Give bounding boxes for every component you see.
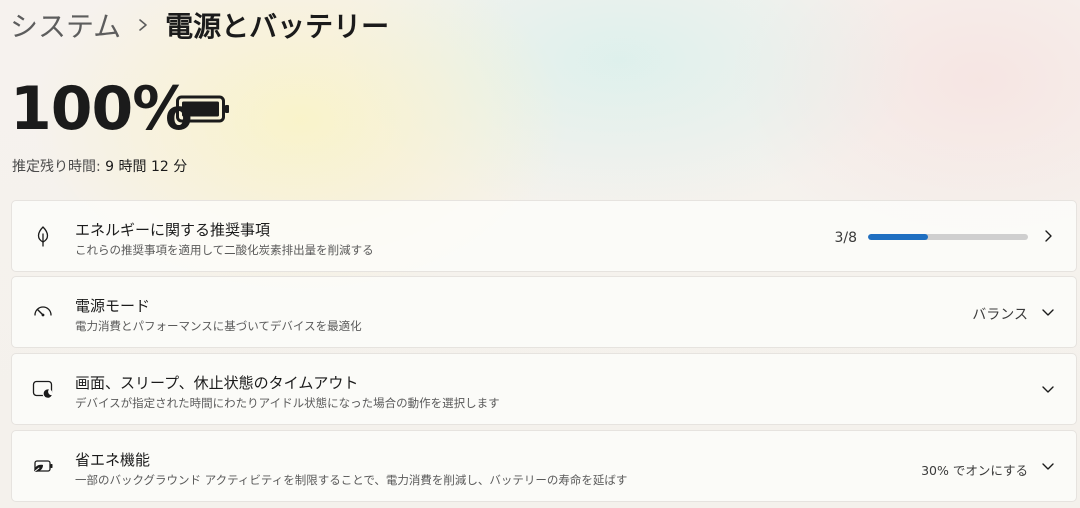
recommendations-progress-bar [868,234,1028,240]
recommendations-progress-fill [868,234,928,240]
page-title: 電源とバッテリー [165,10,390,43]
screen-sleep-timeout-title: 画面、スリープ、休止状態のタイムアウト [75,374,359,392]
screen-sleep-icon [32,380,53,399]
breadcrumb-chevron-icon [121,18,165,32]
breadcrumb: システム 電源とバッテリー [10,4,389,46]
leaf-icon [37,226,49,247]
chevron-down-icon[interactable] [1040,381,1056,397]
battery-saver-subtitle: 一部のバックグラウンド アクティビティを制限することで、電力消費を削減し、バッテ… [75,473,628,487]
estimated-remaining-time: 推定残り時間: 9 時間 12 分 [12,156,187,176]
battery-saver-card[interactable]: 省エネ機能 一部のバックグラウンド アクティビティを制限することで、電力消費を削… [11,430,1077,502]
energy-recommendations-card[interactable]: エネルギーに関する推奨事項 これらの推奨事項を適用して二酸化炭素排出量を削減する… [11,200,1077,272]
battery-full-icon [176,95,229,123]
chevron-right-icon[interactable] [1040,228,1056,244]
screen-sleep-timeout-card[interactable]: 画面、スリープ、休止状態のタイムアウト デバイスが指定された時間にわたりアイドル… [11,353,1077,425]
breadcrumb-system-link[interactable]: システム [10,5,121,45]
chevron-down-icon[interactable] [1040,304,1056,320]
power-mode-gauge-icon [34,306,52,317]
battery-saver-icon [33,460,53,473]
remaining-time-value: 9 時間 12 分 [105,159,188,175]
battery-percent: 100% [10,74,192,144]
power-mode-card[interactable]: 電源モード 電力消費とパフォーマンスに基づいてデバイスを最適化 バランス [11,276,1077,348]
power-mode-subtitle: 電力消費とパフォーマンスに基づいてデバイスを最適化 [75,319,362,333]
power-mode-title: 電源モード [75,297,151,315]
battery-saver-threshold-value[interactable]: 30% でオンにする [921,460,1028,479]
power-mode-select-value[interactable]: バランス [972,304,1028,324]
screen-sleep-timeout-subtitle: デバイスが指定された時間にわたりアイドル状態になった場合の動作を選択します [75,396,500,410]
chevron-down-icon[interactable] [1040,458,1056,474]
energy-recommendations-title: エネルギーに関する推奨事項 [75,221,271,239]
recommendations-progress-count: 3/8 [834,230,857,246]
remaining-time-label: 推定残り時間: [12,159,101,175]
energy-recommendations-subtitle: これらの推奨事項を適用して二酸化炭素排出量を削減する [75,243,374,257]
battery-saver-title: 省エネ機能 [75,451,151,469]
